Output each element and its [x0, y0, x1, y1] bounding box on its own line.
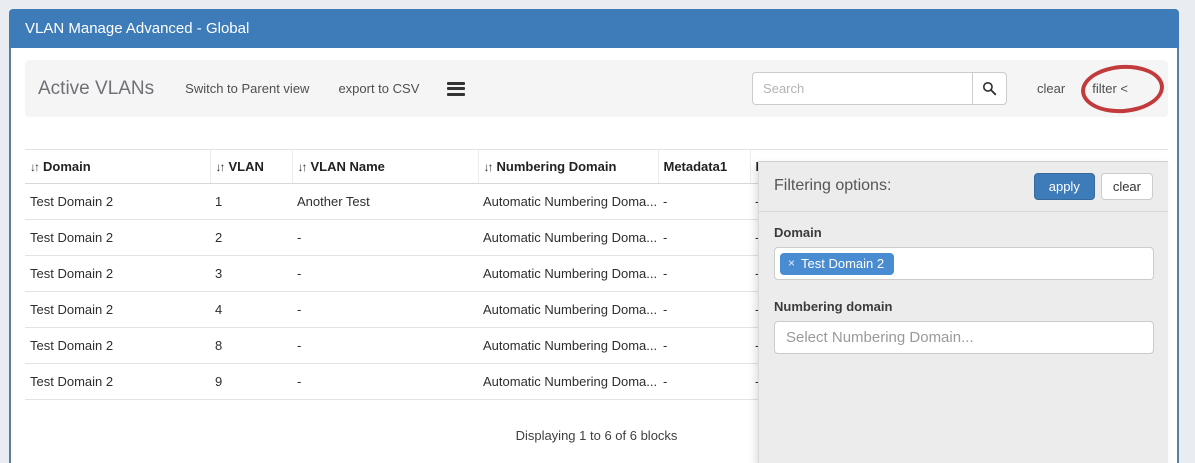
page-title: VLAN Manage Advanced - Global	[25, 20, 249, 37]
cell-vlan_name: -	[292, 292, 478, 328]
column-header-vlan[interactable]: ↓↑VLAN	[210, 150, 292, 184]
cell-vlan_name: -	[292, 220, 478, 256]
cell-domain: Test Domain 2	[25, 256, 210, 292]
section-title: Active VLANs	[38, 78, 154, 100]
sort-icon: ↓↑	[216, 160, 224, 174]
cell-numbering_domain: Automatic Numbering Doma...	[478, 220, 658, 256]
cell-metadata1: -	[658, 184, 750, 220]
cell-vlan: 1	[210, 184, 292, 220]
column-header-numbering_domain[interactable]: ↓↑Numbering Domain	[478, 150, 658, 184]
cell-domain: Test Domain 2	[25, 184, 210, 220]
cell-domain: Test Domain 2	[25, 328, 210, 364]
search-group	[752, 72, 1007, 105]
cell-vlan_name: -	[292, 328, 478, 364]
cell-vlan_name: Another Test	[292, 184, 478, 220]
cell-vlan_name: -	[292, 364, 478, 400]
cell-metadata1: -	[658, 328, 750, 364]
cell-domain: Test Domain 2	[25, 220, 210, 256]
column-header-metadata1: Metadata1	[658, 150, 750, 184]
apply-filter-button[interactable]: apply	[1034, 173, 1095, 200]
search-input[interactable]	[752, 72, 972, 105]
filter-panel-header: Filtering options: apply clear	[759, 162, 1168, 212]
search-button[interactable]	[972, 72, 1007, 105]
domain-filter-input[interactable]: × Test Domain 2	[774, 247, 1154, 280]
cell-metadata1: -	[658, 256, 750, 292]
cell-vlan: 8	[210, 328, 292, 364]
domain-selected-tag[interactable]: × Test Domain 2	[780, 253, 894, 275]
column-header-vlan_name[interactable]: ↓↑VLAN Name	[292, 150, 478, 184]
sort-icon: ↓↑	[298, 160, 306, 174]
cell-vlan: 4	[210, 292, 292, 328]
filter-toggle-button[interactable]: filter <	[1092, 81, 1128, 96]
cell-domain: Test Domain 2	[25, 364, 210, 400]
cell-numbering_domain: Automatic Numbering Doma...	[478, 256, 658, 292]
panel-heading: VLAN Manage Advanced - Global	[9, 9, 1179, 48]
cell-vlan: 3	[210, 256, 292, 292]
clear-search-button[interactable]: clear	[1037, 81, 1065, 96]
menu-hamburger-icon[interactable]	[447, 79, 465, 98]
cell-metadata1: -	[658, 364, 750, 400]
cell-vlan: 2	[210, 220, 292, 256]
sort-icon: ↓↑	[30, 160, 38, 174]
cell-metadata1: -	[658, 220, 750, 256]
switch-to-parent-view-button[interactable]: Switch to Parent view	[185, 81, 309, 96]
sort-icon: ↓↑	[484, 160, 492, 174]
filter-panel-title: Filtering options:	[774, 177, 891, 195]
remove-tag-icon[interactable]: ×	[788, 256, 795, 270]
domain-filter-label: Domain	[774, 225, 1153, 240]
cell-metadata1: -	[658, 292, 750, 328]
search-icon	[982, 81, 997, 96]
cell-numbering_domain: Automatic Numbering Doma...	[478, 328, 658, 364]
clear-filter-button[interactable]: clear	[1101, 173, 1153, 200]
cell-vlan_name: -	[292, 256, 478, 292]
numbering-domain-filter-label: Numbering domain	[774, 299, 1153, 314]
toolbar: Active VLANs Switch to Parent view expor…	[25, 60, 1168, 117]
cell-domain: Test Domain 2	[25, 292, 210, 328]
page: VLAN Manage Advanced - Global Active VLA…	[0, 0, 1195, 463]
filter-panel-body: Domain × Test Domain 2 Numbering domain	[759, 212, 1168, 367]
column-header-domain[interactable]: ↓↑Domain	[25, 150, 210, 184]
export-to-csv-button[interactable]: export to CSV	[338, 81, 419, 96]
domain-tag-label: Test Domain 2	[801, 256, 884, 271]
cell-numbering_domain: Automatic Numbering Doma...	[478, 364, 658, 400]
cell-numbering_domain: Automatic Numbering Doma...	[478, 184, 658, 220]
cell-vlan: 9	[210, 364, 292, 400]
numbering-domain-select-input[interactable]	[774, 321, 1154, 354]
filter-panel: Filtering options: apply clear Domain × …	[758, 161, 1168, 463]
cell-numbering_domain: Automatic Numbering Doma...	[478, 292, 658, 328]
